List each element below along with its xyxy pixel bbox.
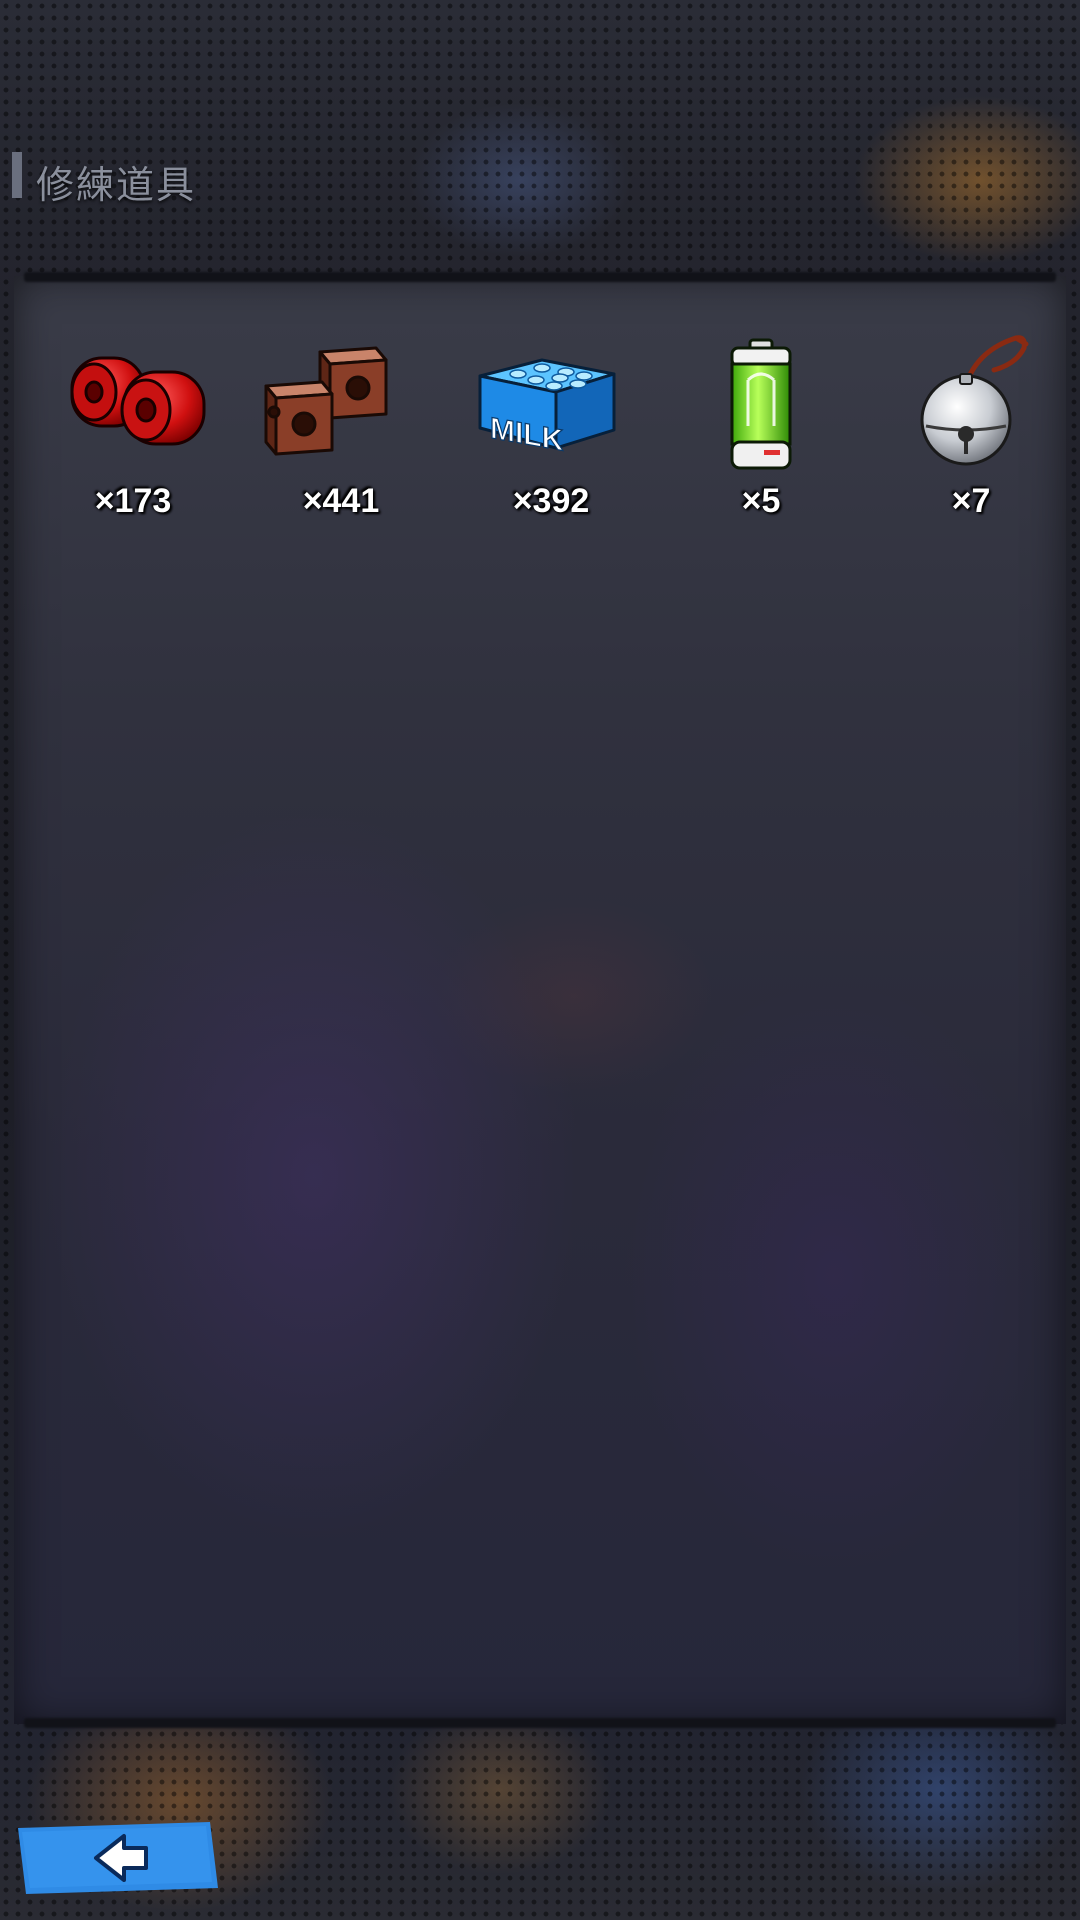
item-bell[interactable]: ×7 xyxy=(866,330,1076,530)
brick-blocks-icon xyxy=(236,330,446,480)
items-grid: ×173 ×441 MILK ×392 ×5 ×7 xyxy=(14,330,1066,530)
section-header: 修練道具 xyxy=(0,138,1080,208)
back-button[interactable] xyxy=(12,1818,222,1896)
bell-icon xyxy=(866,330,1076,480)
item-milk[interactable]: MILK ×392 xyxy=(446,330,656,530)
item-count: ×7 xyxy=(951,482,991,520)
back-arrow-icon xyxy=(18,1822,218,1894)
item-count: ×441 xyxy=(302,482,380,520)
panel-bottom-edge xyxy=(24,1718,1056,1728)
item-battery[interactable]: ×5 xyxy=(656,330,866,530)
item-brick-blocks[interactable]: ×441 xyxy=(236,330,446,530)
item-count: ×173 xyxy=(94,482,172,520)
milk-carton-icon: MILK xyxy=(446,330,656,480)
header-accent-bar xyxy=(12,152,22,198)
item-red-weights[interactable]: ×173 xyxy=(28,330,238,530)
red-weights-icon xyxy=(28,330,238,480)
battery-icon xyxy=(656,330,866,480)
item-count: ×392 xyxy=(512,482,590,520)
page-title: 修練道具 xyxy=(36,165,197,207)
training-items-screen: 修練道具 ×173 ×441 MILK ×392 ×5 ×7 xyxy=(0,0,1080,1920)
item-count: ×5 xyxy=(741,482,781,520)
panel-top-edge xyxy=(24,272,1056,282)
